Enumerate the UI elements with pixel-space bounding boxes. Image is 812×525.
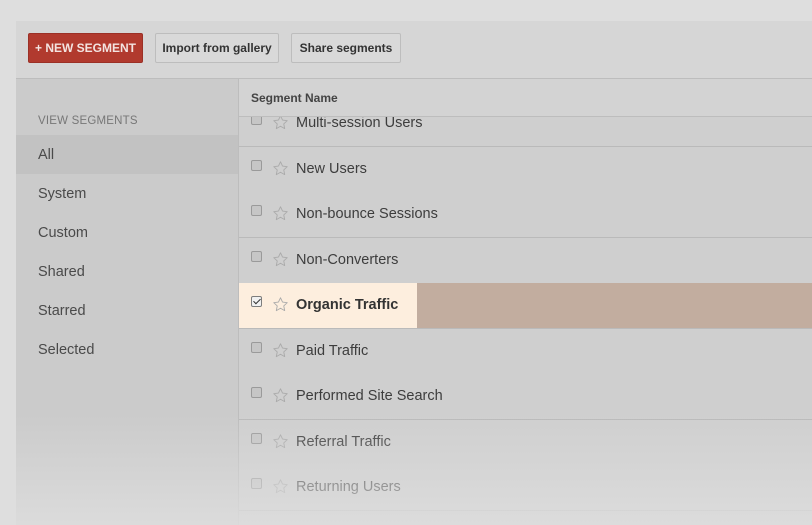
segment-filter-sidebar: VIEW SEGMENTS All System Custom Shared S… xyxy=(16,79,239,525)
segment-toolbar: + NEW SEGMENT Import from gallery Share … xyxy=(16,21,812,79)
checkbox-icon[interactable] xyxy=(251,205,262,216)
sidebar-item-selected[interactable]: Selected xyxy=(16,330,238,369)
checkbox-icon[interactable] xyxy=(251,387,262,398)
segment-row[interactable]: Non-Converters xyxy=(239,237,812,284)
segment-row[interactable]: New Users xyxy=(239,146,812,193)
column-header[interactable]: Segment Name xyxy=(239,79,812,117)
checkbox-icon[interactable] xyxy=(251,250,262,262)
segment-name: Non-Converters xyxy=(296,251,399,268)
segment-name: Referral Traffic xyxy=(296,433,391,450)
share-segments-button[interactable]: Share segments xyxy=(291,33,401,63)
segment-row[interactable]: Returning Users xyxy=(239,465,812,511)
segment-name: Performed Site Search xyxy=(296,388,443,404)
star-outline-icon[interactable] xyxy=(272,205,289,222)
star-outline-icon[interactable] xyxy=(272,251,289,268)
checkbox-icon[interactable] xyxy=(251,478,262,489)
sidebar-item-all[interactable]: All xyxy=(16,135,238,174)
segment-picker-panel: + NEW SEGMENT Import from gallery Share … xyxy=(16,21,812,525)
segment-name: Non-bounce Sessions xyxy=(296,206,438,222)
new-segment-button[interactable]: + NEW SEGMENT xyxy=(28,33,143,63)
segment-row[interactable]: Paid Traffic xyxy=(239,328,812,375)
sidebar-item-starred[interactable]: Starred xyxy=(16,291,238,330)
sidebar-item-custom[interactable]: Custom xyxy=(16,213,238,252)
segment-name: Organic Traffic xyxy=(296,297,399,313)
sidebar-item-shared[interactable]: Shared xyxy=(16,252,238,291)
checkbox-icon[interactable] xyxy=(251,159,262,171)
star-outline-icon[interactable] xyxy=(272,160,289,177)
segment-name: New Users xyxy=(296,160,367,177)
checkbox-icon[interactable] xyxy=(251,432,262,444)
import-from-gallery-button[interactable]: Import from gallery xyxy=(155,33,279,63)
segment-row[interactable]: Performed Site Search xyxy=(239,374,812,420)
segment-row[interactable]: Referral Traffic xyxy=(239,419,812,466)
star-outline-icon[interactable] xyxy=(272,296,289,313)
segment-row[interactable]: Non-bounce Sessions xyxy=(239,192,812,238)
segment-name: Multi-session Users xyxy=(296,115,423,131)
checkbox-icon[interactable] xyxy=(251,296,262,307)
star-outline-icon[interactable] xyxy=(272,433,289,450)
segment-row[interactable]: Organic Traffic xyxy=(239,283,812,329)
segment-name: Paid Traffic xyxy=(296,342,369,359)
sidebar-item-system[interactable]: System xyxy=(16,174,238,213)
star-outline-icon[interactable] xyxy=(272,342,289,359)
segment-list: Multi-session Users New Users Non-bounce S… xyxy=(239,79,812,525)
column-header-label: Segment Name xyxy=(251,91,338,105)
checkbox-icon[interactable] xyxy=(251,341,262,353)
segment-name: Returning Users xyxy=(296,479,401,495)
sidebar-title: VIEW SEGMENTS xyxy=(38,115,138,127)
star-outline-icon[interactable] xyxy=(272,478,289,495)
star-outline-icon[interactable] xyxy=(272,387,289,404)
